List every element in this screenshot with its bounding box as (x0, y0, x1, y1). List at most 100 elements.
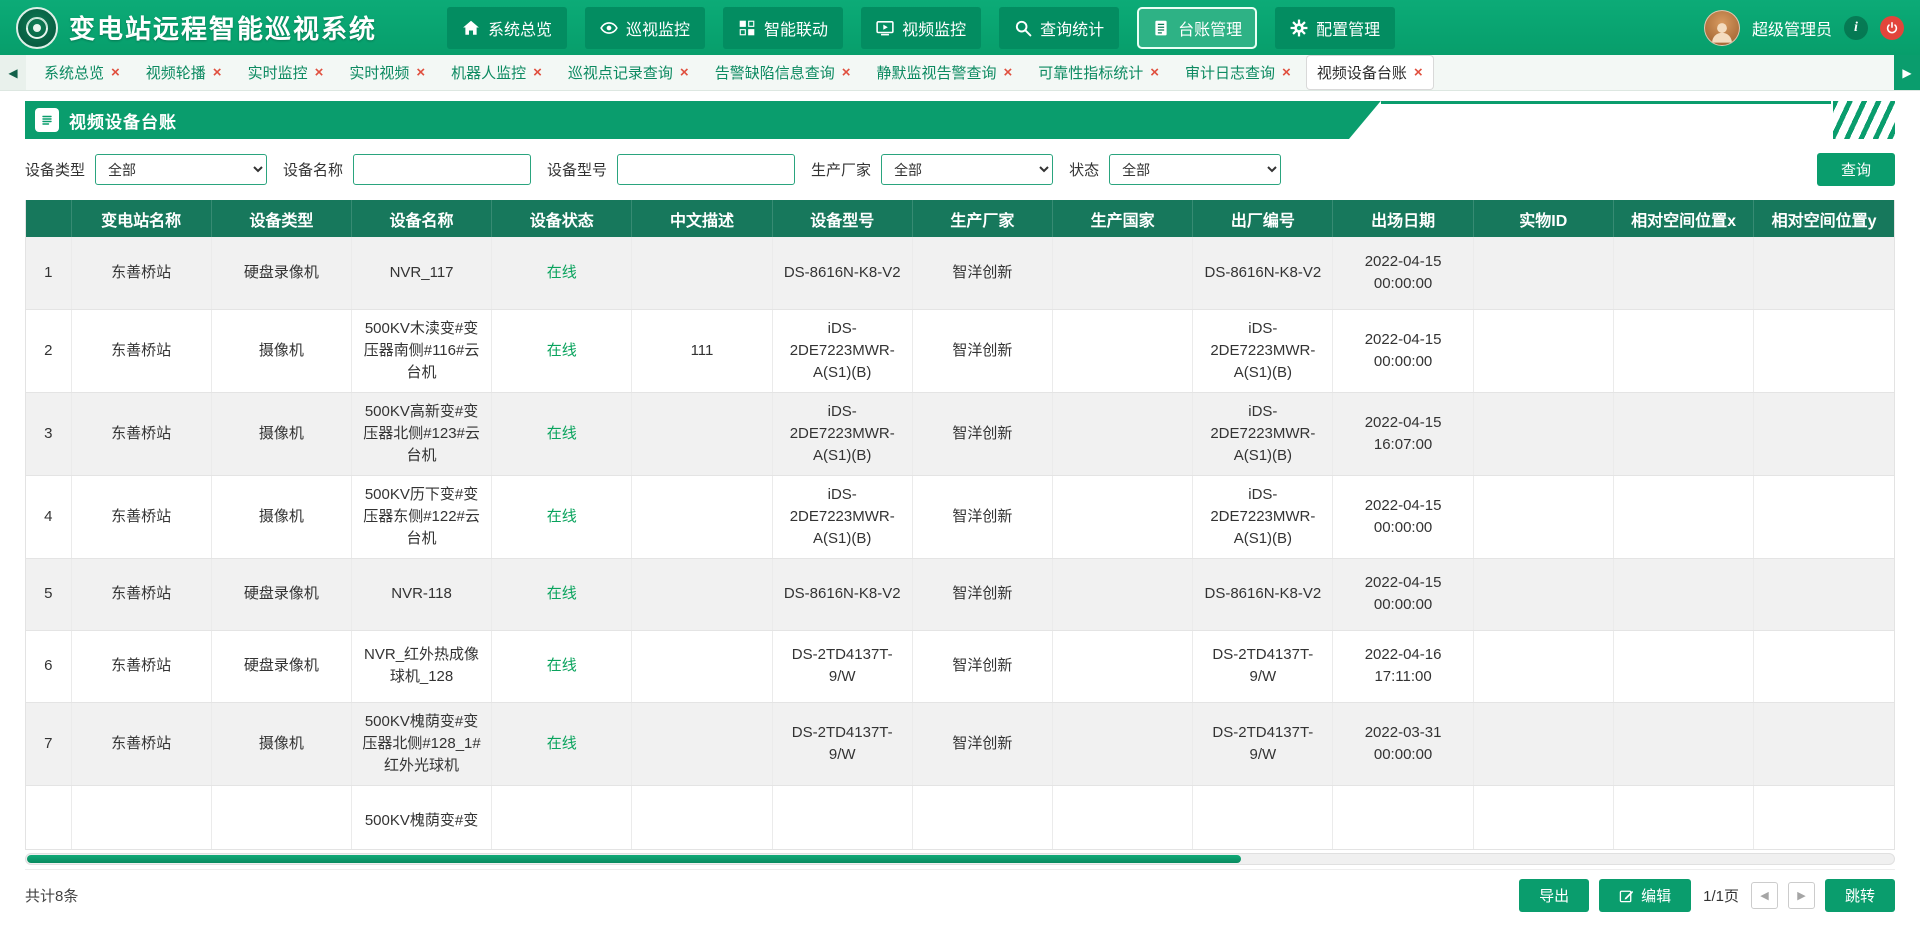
tab-patrol-point-record-query[interactable]: 巡视点记录查询 × (558, 56, 699, 89)
nav-item-label: 巡视监控 (626, 16, 690, 40)
user-avatar[interactable] (1704, 10, 1740, 46)
nav-item-system-overview[interactable]: 系统总览 (447, 7, 567, 49)
tab-realtime-monitor[interactable]: 实时监控× (238, 56, 334, 89)
tab-scroll-left-icon[interactable]: ◀ (0, 55, 26, 90)
jump-button[interactable]: 跳转 (1825, 879, 1895, 912)
search-icon (1014, 19, 1032, 37)
tab-robot-monitor[interactable]: 机器人监控× (441, 56, 552, 89)
cell-model: DS-8616N-K8-V2 (772, 237, 912, 309)
main-nav: 系统总览 巡视监控 智能联动视频监控查询统计台账管理配置管理 (447, 7, 1395, 49)
tab-close-icon[interactable]: × (1414, 65, 1423, 80)
tab-close-icon[interactable]: × (533, 65, 542, 80)
tab-close-icon[interactable]: × (416, 65, 425, 80)
table-row[interactable]: 5东善桥站硬盘录像机NVR-118在线DS-8616N-K8-V2智洋创新DS-… (26, 558, 1894, 630)
device-table: 变电站名称设备类型设备名称设备状态中文描述设备型号生产厂家生产国家出厂编号出场日… (25, 200, 1895, 850)
tab-scroll-right-icon[interactable]: ▶ (1894, 55, 1920, 90)
tab-silent-monitor-alarm-query[interactable]: 静默监视告警查询× (866, 56, 1022, 89)
table-row[interactable]: 500KV槐荫变#变 (26, 785, 1894, 850)
tab-close-icon[interactable]: × (680, 65, 689, 80)
cell-desc (632, 785, 772, 850)
edit-button[interactable]: 编辑 (1599, 879, 1691, 912)
tab-close-icon[interactable]: × (1282, 65, 1291, 80)
cell-status: 在线 (492, 309, 632, 392)
tab-close-icon[interactable]: × (1150, 65, 1159, 80)
table-row[interactable]: 4东善桥站摄像机500KV历下变#变压器东侧#122#云台机在线iDS-2DE7… (26, 475, 1894, 558)
manufacturer-select[interactable]: 全部 (881, 154, 1053, 185)
table-row[interactable]: 1东善桥站硬盘录像机NVR_117在线DS-8616N-K8-V2智洋创新DS-… (26, 237, 1894, 309)
tab-system-overview[interactable]: 系统总览× (34, 56, 130, 89)
brand: 变电站远程智能巡视系统 (16, 7, 377, 49)
logout-power-icon[interactable] (1880, 16, 1904, 40)
status-select[interactable]: 全部 (1109, 154, 1281, 185)
cell-posx (1613, 237, 1753, 309)
cell-type: 摄像机 (211, 309, 351, 392)
cell-no: 1 (26, 237, 71, 309)
device-model-input[interactable] (617, 154, 795, 185)
cell-name: 500KV槐荫变#变 (351, 785, 491, 850)
device-name-input[interactable] (353, 154, 531, 185)
tab-alarm-defect-info-query[interactable]: 告警缺陷信息查询 × (705, 56, 861, 89)
cell-maker: 智洋创新 (912, 558, 1052, 630)
cell-status (492, 785, 632, 850)
cell-country (1053, 785, 1193, 850)
info-icon[interactable]: i (1844, 16, 1868, 40)
tab-label: 巡视点记录查询 (568, 62, 673, 83)
top-header: 变电站远程智能巡视系统 系统总览 巡视监控 智能联动视频监控查询统计台账管理配置管理… (0, 0, 1920, 55)
device-table-body: 1东善桥站硬盘录像机NVR_117在线DS-8616N-K8-V2智洋创新DS-… (26, 237, 1894, 850)
table-row[interactable]: 3东善桥站摄像机500KV高新变#变压器北侧#123#云台机在线iDS-2DE7… (26, 392, 1894, 475)
search-button[interactable]: 查询 (1817, 153, 1895, 186)
table-row[interactable]: 6东善桥站硬盘录像机NVR_红外热成像球机_128在线DS-2TD4137T-9… (26, 630, 1894, 702)
cell-pid (1473, 475, 1613, 558)
cell-date: 2022-04-15 00:00:00 (1333, 475, 1473, 558)
cell-country (1053, 702, 1193, 785)
cell-station (71, 785, 211, 850)
cell-posx (1613, 475, 1753, 558)
cell-posy (1754, 785, 1894, 850)
cell-posx (1613, 785, 1753, 850)
cell-posx (1613, 558, 1753, 630)
cell-maker: 智洋创新 (912, 475, 1052, 558)
nav-item-patrol-monitoring[interactable]: 巡视监控 (585, 7, 705, 49)
prev-page-icon[interactable]: ◀ (1751, 882, 1778, 909)
nav-item-ledger-management[interactable]: 台账管理 (1137, 7, 1257, 49)
cell-no: 2 (26, 309, 71, 392)
nav-item-query-statistics[interactable]: 查询统计 (999, 7, 1119, 49)
nav-item-intelligent-linkage[interactable]: 智能联动 (723, 7, 843, 49)
tab-reliability-index-stats[interactable]: 可靠性指标统计× (1028, 56, 1169, 89)
scrollbar-thumb[interactable] (27, 855, 1241, 863)
table-row[interactable]: 7东善桥站摄像机500KV槐荫变#变压器北侧#128_1#红外光球机在线DS-2… (26, 702, 1894, 785)
cell-pid (1473, 237, 1613, 309)
linkage-icon (738, 19, 756, 37)
next-page-icon[interactable]: ▶ (1788, 882, 1815, 909)
tab-close-icon[interactable]: × (842, 65, 851, 80)
horizontal-scrollbar[interactable] (25, 853, 1895, 865)
titlebar-stripes-decoration (1833, 101, 1895, 139)
nav-item-video-monitoring[interactable]: 视频监控 (861, 7, 981, 49)
cell-status: 在线 (492, 237, 632, 309)
tab-close-icon[interactable]: × (315, 65, 324, 80)
eye-icon (600, 19, 618, 37)
export-button[interactable]: 导出 (1519, 879, 1589, 912)
cell-model: DS-2TD4137T-9/W (772, 702, 912, 785)
cell-desc (632, 558, 772, 630)
tab-close-icon[interactable]: × (111, 65, 120, 80)
table-row[interactable]: 2东善桥站摄像机500KV木渎变#变压器南侧#116#云台机在线111iDS-2… (26, 309, 1894, 392)
tab-audit-log-query[interactable]: 审计日志查询× (1175, 56, 1301, 89)
tab-video-device-ledger[interactable]: 视频设备台账× (1307, 56, 1433, 89)
device-type-select[interactable]: 全部 (95, 154, 267, 185)
cell-station: 东善桥站 (71, 475, 211, 558)
cell-no: 5 (26, 558, 71, 630)
cell-station: 东善桥站 (71, 702, 211, 785)
tab-label: 告警缺陷信息查询 (715, 62, 835, 83)
tab-close-icon[interactable]: × (213, 65, 222, 80)
cell-date: 2022-04-15 00:00:00 (1333, 237, 1473, 309)
nav-item-config-management[interactable]: 配置管理 (1275, 7, 1395, 49)
cell-pid (1473, 785, 1613, 850)
cell-type: 摄像机 (211, 702, 351, 785)
tab-realtime-video[interactable]: 实时视频× (339, 56, 435, 89)
cell-posx (1613, 630, 1753, 702)
cell-no: 3 (26, 392, 71, 475)
cell-name: 500KV槐荫变#变压器北侧#128_1#红外光球机 (351, 702, 491, 785)
tab-video-carousel[interactable]: 视频轮播× (136, 56, 232, 89)
tab-close-icon[interactable]: × (1003, 65, 1012, 80)
